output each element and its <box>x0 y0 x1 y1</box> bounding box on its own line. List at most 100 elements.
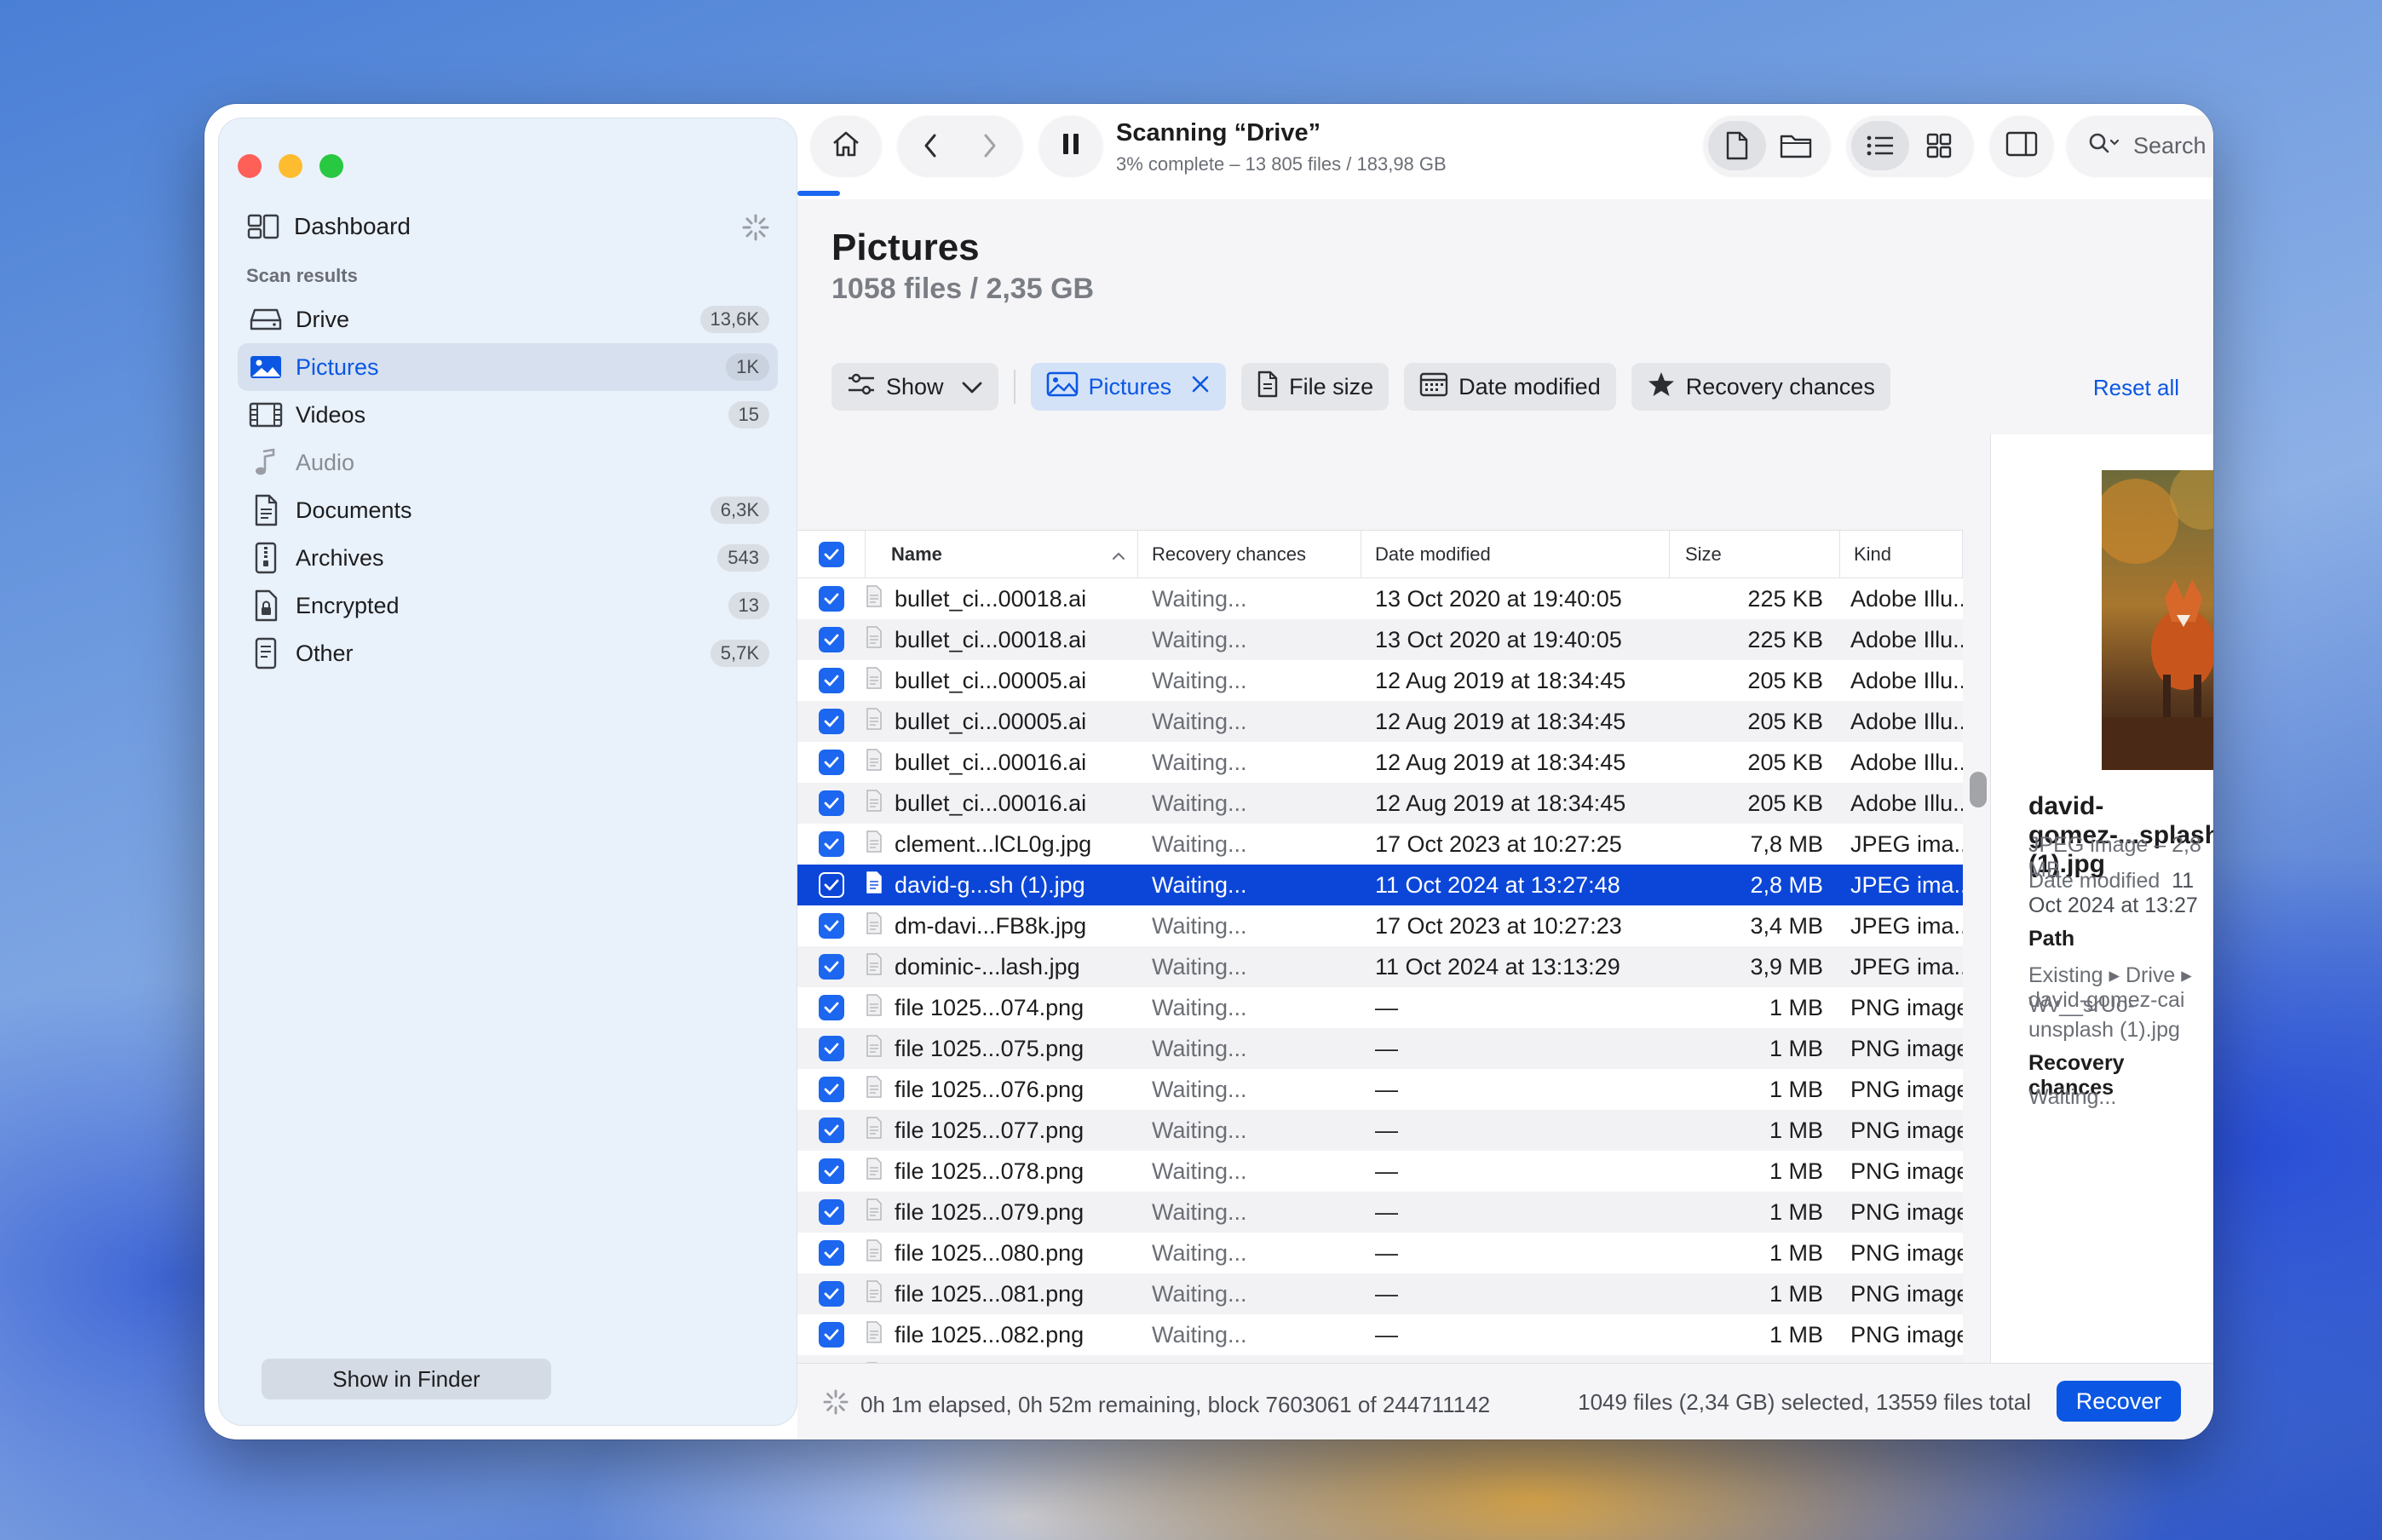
sidebar-item-pictures[interactable]: Pictures 1K <box>238 343 778 391</box>
row-checkbox[interactable] <box>797 1077 866 1102</box>
sidebar-item-label: Audio <box>296 449 355 475</box>
back-button[interactable] <box>900 132 960 159</box>
table-row[interactable]: file 1025...080.png Waiting... — 1 MB PN… <box>797 1233 1963 1273</box>
row-checkbox[interactable] <box>797 1240 866 1266</box>
table-row[interactable]: bullet_ci...00005.ai Waiting... 12 Aug 2… <box>797 701 1963 742</box>
row-checkbox[interactable] <box>797 831 866 857</box>
file-icon <box>1257 371 1279 404</box>
column-header-date[interactable]: Date modified <box>1361 531 1670 578</box>
sidebar-item-archives[interactable]: Archives 543 <box>238 534 778 582</box>
table-row[interactable]: bullet_ci...00005.ai Waiting... 12 Aug 2… <box>797 660 1963 701</box>
recovery-cell: Waiting... <box>1152 1076 1247 1102</box>
folder-view-button[interactable] <box>1766 133 1826 158</box>
select-all-checkbox[interactable] <box>797 531 866 578</box>
table-row[interactable]: david-g...sh (1).jpg Waiting... 11 Oct 2… <box>797 865 1963 905</box>
recovery-cell: Waiting... <box>1152 1198 1247 1225</box>
home-button[interactable] <box>811 116 881 175</box>
sidebar-item-label: Videos <box>296 401 366 428</box>
row-checkbox[interactable] <box>797 954 866 980</box>
table-row[interactable]: file 1025...077.png Waiting... — 1 MB PN… <box>797 1110 1963 1151</box>
date-cell: 12 Aug 2019 at 18:34:45 <box>1375 749 1626 775</box>
sidebar-item-videos[interactable]: Videos 15 <box>238 391 778 439</box>
row-checkbox[interactable] <box>797 995 866 1020</box>
table-row[interactable]: bullet_ci...00018.ai Waiting... 13 Oct 2… <box>797 578 1963 619</box>
row-checkbox[interactable] <box>797 872 866 898</box>
table-row[interactable]: file 1025...079.png Waiting... — 1 MB PN… <box>797 1192 1963 1233</box>
file-view-button[interactable] <box>1708 121 1766 170</box>
table-row[interactable]: bullet_ci...00016.ai Waiting... 12 Aug 2… <box>797 742 1963 783</box>
list-view-button[interactable] <box>1851 121 1909 170</box>
table-row[interactable]: file 1025...074.png Waiting... — 1 MB PN… <box>797 987 1963 1028</box>
sidebar-item-dashboard[interactable]: Dashboard <box>245 200 773 253</box>
row-checkbox[interactable] <box>797 668 866 693</box>
date-modified-filter-button[interactable]: Date modified <box>1404 363 1616 411</box>
row-checkbox[interactable] <box>797 790 866 816</box>
archives-icon <box>248 540 284 576</box>
file-name-cell: dm-davi...FB8k.jpg <box>866 911 1138 940</box>
search-input[interactable]: Search <box>2067 116 2213 175</box>
row-checkbox[interactable] <box>797 1322 866 1348</box>
table-row[interactable]: clement...lCL0g.jpg Waiting... 17 Oct 20… <box>797 824 1963 865</box>
sidebar-item-drive[interactable]: Drive 13,6K <box>238 296 778 343</box>
close-window-button[interactable] <box>238 154 262 178</box>
table-row[interactable]: file 1025...076.png Waiting... — 1 MB PN… <box>797 1069 1963 1110</box>
sidebar-item-audio[interactable]: Audio <box>238 439 778 486</box>
preview-panel: david-gomez-...splash (1).jpg JPEG image… <box>1990 434 2213 1363</box>
toggle-preview-button[interactable] <box>1990 116 2053 175</box>
kind-cell: Adobe Illu... <box>1850 626 1963 652</box>
recovery-cell: Waiting... <box>1152 953 1247 980</box>
recovery-cell: Waiting... <box>1152 1035 1247 1061</box>
grid-icon <box>1926 133 1952 158</box>
row-checkbox[interactable] <box>797 1158 866 1184</box>
forward-button[interactable] <box>960 132 1020 159</box>
remove-filter-icon[interactable] <box>1190 374 1211 400</box>
size-cell: 3,4 MB <box>1750 912 1823 939</box>
table-row[interactable]: dm-davi...FB8k.jpg Waiting... 17 Oct 202… <box>797 905 1963 946</box>
table-row[interactable]: file 1025...075.png Waiting... — 1 MB PN… <box>797 1028 1963 1069</box>
minimize-window-button[interactable] <box>279 154 302 178</box>
column-header-recovery[interactable]: Recovery chances <box>1138 531 1361 578</box>
row-checkbox[interactable] <box>797 750 866 775</box>
file-name: file 1025...074.png <box>895 994 1085 1020</box>
row-checkbox[interactable] <box>797 1036 866 1061</box>
reset-all-link[interactable]: Reset all <box>2093 375 2179 401</box>
table-row[interactable]: file 1025...082.png Waiting... — 1 MB PN… <box>797 1314 1963 1355</box>
row-checkbox[interactable] <box>797 627 866 652</box>
show-filter-button[interactable]: Show <box>831 363 998 411</box>
table-row[interactable]: bullet_ci...00016.ai Waiting... 12 Aug 2… <box>797 783 1963 824</box>
date-cell: — <box>1375 1198 1398 1225</box>
scrollbar-thumb[interactable] <box>1970 772 1987 807</box>
recovery-chances-filter-button[interactable]: Recovery chances <box>1631 363 1890 411</box>
sidebar-item-documents[interactable]: Documents 6,3K <box>238 486 778 534</box>
file-name: bullet_ci...00016.ai <box>895 749 1087 775</box>
kind-cell: JPEG ima... <box>1850 953 1963 980</box>
date-cell: — <box>1375 994 1398 1020</box>
row-checkbox[interactable] <box>797 709 866 734</box>
table-row[interactable]: dominic-...lash.jpg Waiting... 11 Oct 20… <box>797 946 1963 987</box>
row-checkbox[interactable] <box>797 586 866 612</box>
file-size-filter-button[interactable]: File size <box>1241 363 1390 411</box>
sidebar-item-encrypted[interactable]: Encrypted 13 <box>238 582 778 629</box>
zoom-window-button[interactable] <box>319 154 343 178</box>
table-row[interactable]: file 1025...081.png Waiting... — 1 MB PN… <box>797 1273 1963 1314</box>
column-header-size[interactable]: Size <box>1670 531 1840 578</box>
grid-view-button[interactable] <box>1909 132 1969 159</box>
row-checkbox[interactable] <box>797 1118 866 1143</box>
table-row[interactable]: bullet_ci...00018.ai Waiting... 13 Oct 2… <box>797 619 1963 660</box>
row-checkbox[interactable] <box>797 913 866 939</box>
size-cell: 1 MB <box>1769 1035 1823 1061</box>
file-icon <box>866 625 883 654</box>
row-checkbox[interactable] <box>797 1199 866 1225</box>
pictures-filter-chip[interactable]: Pictures <box>1030 363 1227 411</box>
table-scrollbar[interactable] <box>1966 530 1987 1439</box>
row-checkbox[interactable] <box>797 1281 866 1307</box>
column-header-name[interactable]: Name <box>866 531 1138 578</box>
column-header-kind[interactable]: Kind <box>1840 531 1963 578</box>
sliders-icon <box>847 372 876 402</box>
table-row[interactable]: file 1025...078.png Waiting... — 1 MB PN… <box>797 1151 1963 1192</box>
recover-button[interactable]: Recover <box>2057 1381 2181 1422</box>
show-in-finder-button[interactable]: Show in Finder <box>262 1359 551 1399</box>
sidebar-item-other[interactable]: Other 5,7K <box>238 629 778 677</box>
pause-button[interactable] <box>1039 116 1102 175</box>
date-cell: 17 Oct 2023 at 10:27:23 <box>1375 912 1622 939</box>
